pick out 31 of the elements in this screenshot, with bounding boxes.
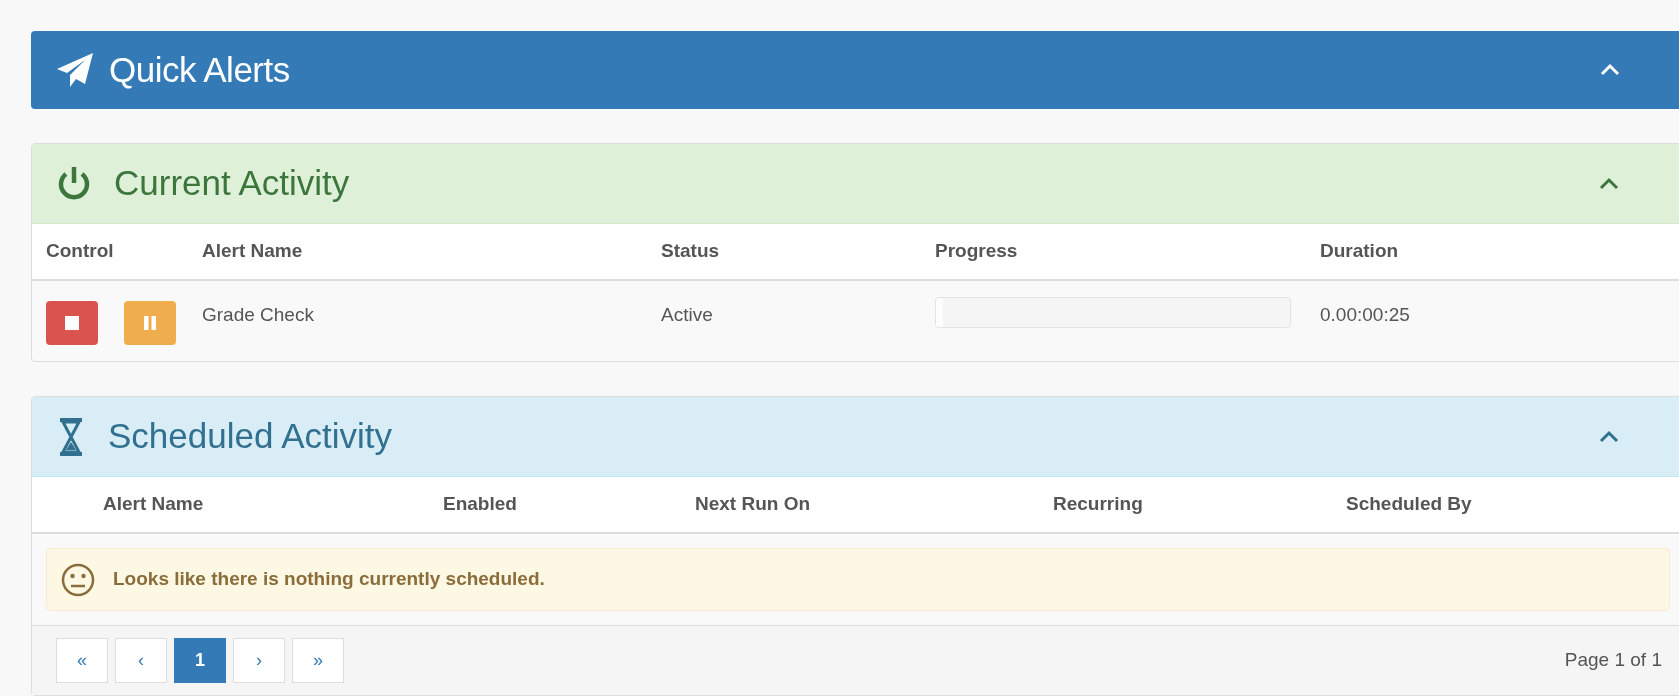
- stop-button[interactable]: [46, 301, 98, 345]
- page-button[interactable]: 1: [174, 638, 226, 683]
- stop-icon: [64, 315, 80, 331]
- collapse-chevron-icon[interactable]: [1599, 63, 1621, 77]
- collapse-chevron-icon[interactable]: [1598, 176, 1620, 191]
- column-header: Duration: [1320, 239, 1400, 264]
- column-header: Recurring: [1053, 492, 1144, 517]
- page-button[interactable]: ‹: [115, 638, 167, 683]
- pause-icon: [142, 315, 158, 331]
- page-button[interactable]: «: [56, 638, 108, 683]
- table-cell-text: Active: [661, 303, 714, 327]
- column-header: Alert Name: [202, 239, 304, 264]
- paper-plane-icon: [55, 52, 95, 88]
- column-header: Control: [46, 239, 115, 264]
- page-info: Page 1 of 1: [1564, 648, 1662, 673]
- column-header: Enabled: [443, 492, 518, 517]
- column-header: Alert Name: [103, 492, 205, 517]
- panel-title: Current Activity: [114, 162, 350, 205]
- panel-title: Quick Alerts: [109, 48, 290, 91]
- empty-message: Looks like there is nothing currently scheduled.: [113, 567, 545, 592]
- column-header: Scheduled By: [1346, 492, 1473, 517]
- neutral-face-icon: [61, 562, 95, 597]
- page-button[interactable]: ›: [233, 638, 285, 683]
- table-cell-text: 0.00:00:25: [1320, 303, 1411, 327]
- page-button[interactable]: »: [292, 638, 344, 683]
- column-header: Status: [661, 239, 721, 264]
- collapse-chevron-icon[interactable]: [1598, 429, 1620, 444]
- column-header: Progress: [935, 239, 1019, 264]
- panel-title: Scheduled Activity: [108, 415, 393, 458]
- column-header: Next Run On: [695, 492, 812, 517]
- table-cell-text: Grade Check: [202, 303, 315, 327]
